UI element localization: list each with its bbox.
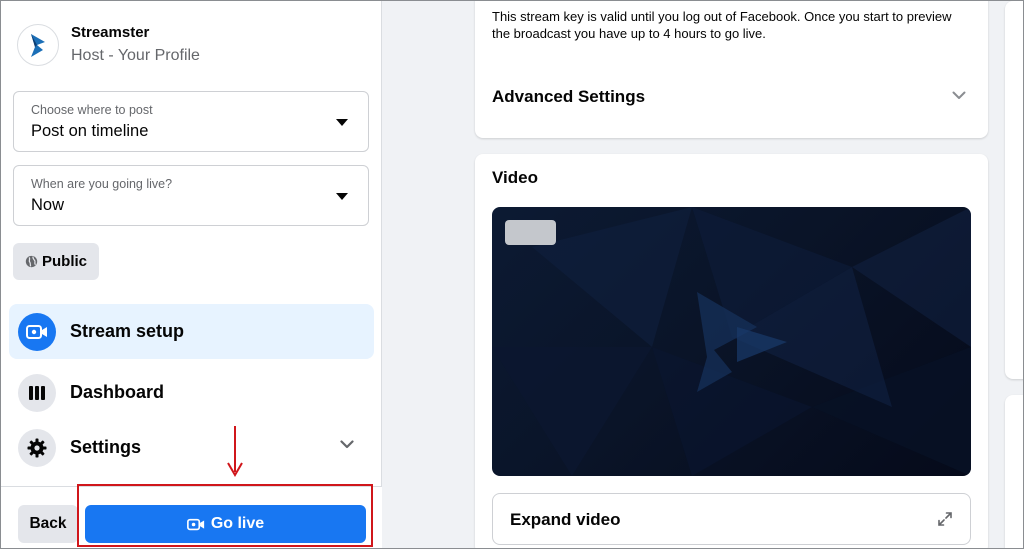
globe-icon bbox=[25, 255, 38, 268]
dashboard-icon bbox=[18, 373, 56, 412]
video-status-badge bbox=[505, 220, 556, 245]
video-preview bbox=[492, 207, 971, 476]
nav-item-stream-setup[interactable]: Stream setup bbox=[9, 304, 374, 359]
host-name: Streamster bbox=[71, 24, 150, 41]
right-panel bbox=[1005, 1, 1024, 379]
camera-icon bbox=[18, 312, 56, 351]
post-location-select[interactable]: Choose where to post Post on timeline bbox=[13, 91, 369, 152]
annotation-highlight-box bbox=[77, 484, 373, 547]
video-card: Video Expand video bbox=[475, 154, 988, 549]
gear-icon bbox=[18, 428, 56, 467]
host-profile[interactable]: Streamster Host - Your Profile bbox=[17, 23, 200, 67]
video-section-title: Video bbox=[492, 168, 538, 187]
nav-label-settings: Settings bbox=[70, 437, 142, 457]
caret-down-icon bbox=[336, 119, 348, 126]
post-location-label: Choose where to post bbox=[31, 103, 153, 117]
go-live-time-select[interactable]: When are you going live? Now bbox=[13, 165, 369, 226]
streamster-logo-icon bbox=[17, 24, 59, 66]
nav-item-dashboard[interactable]: Dashboard bbox=[9, 365, 374, 420]
host-subtitle: Host - Your Profile bbox=[71, 47, 200, 64]
nav-label-stream-setup: Stream setup bbox=[70, 321, 185, 341]
right-panel-lower bbox=[1005, 395, 1024, 549]
stream-key-card: This stream key is valid until you log o… bbox=[475, 0, 988, 138]
video-background-pattern bbox=[492, 207, 971, 476]
chevron-down-icon[interactable] bbox=[952, 91, 966, 100]
go-live-time-label: When are you going live? bbox=[31, 177, 173, 191]
audience-public-button[interactable]: Public bbox=[13, 243, 100, 280]
audience-label: Public bbox=[42, 253, 88, 270]
expand-video-button[interactable]: Expand video bbox=[492, 493, 971, 545]
post-location-value: Post on timeline bbox=[31, 122, 149, 140]
advanced-settings-toggle[interactable]: Advanced Settings bbox=[492, 87, 645, 107]
stream-key-notice: This stream key is valid until you log o… bbox=[492, 9, 952, 41]
expand-icon bbox=[938, 512, 952, 526]
sidebar: Streamster Host - Your Profile Choose wh… bbox=[1, 1, 382, 548]
caret-down-icon bbox=[336, 193, 348, 200]
go-live-time-value: Now bbox=[31, 196, 65, 214]
back-button[interactable]: Back bbox=[18, 505, 78, 543]
expand-video-label: Expand video bbox=[510, 510, 621, 529]
nav-label-dashboard: Dashboard bbox=[70, 382, 165, 402]
annotation-arrow-icon bbox=[227, 426, 243, 477]
chevron-down-icon[interactable] bbox=[340, 440, 354, 449]
nav-item-settings[interactable]: Settings bbox=[9, 420, 374, 475]
